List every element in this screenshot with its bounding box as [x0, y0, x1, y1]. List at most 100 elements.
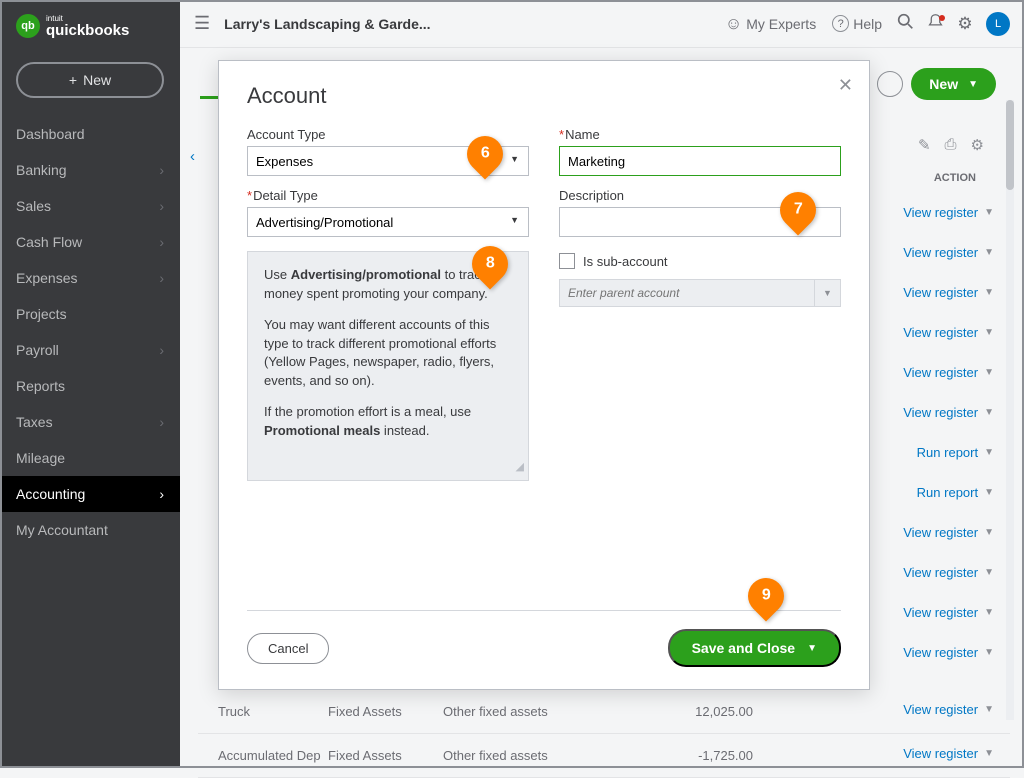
sidebar-item-projects[interactable]: Projects — [0, 296, 180, 332]
row-action[interactable]: Run report▼ — [917, 445, 994, 460]
parent-account-input — [559, 279, 815, 307]
my-experts-label: My Experts — [746, 16, 816, 32]
caret-down-icon: ▼ — [984, 247, 994, 258]
row-action[interactable]: View register▼ — [903, 405, 994, 420]
collapse-panel-icon[interactable]: ‹ — [190, 148, 195, 165]
sidebar-item-expenses[interactable]: Expenses› — [0, 260, 180, 296]
caret-down-icon: ▼ — [984, 367, 994, 378]
sidebar-item-label: Cash Flow — [16, 234, 82, 250]
action-label: View register — [903, 746, 978, 761]
caret-down-icon: ▼ — [984, 207, 994, 218]
resize-handle-icon[interactable]: ◢ — [516, 460, 524, 476]
table-row[interactable]: Accumulated Dep Fixed Assets Other fixed… — [198, 734, 1010, 778]
cell-type: Fixed Assets — [328, 704, 443, 719]
action-label: View register — [903, 565, 978, 580]
action-label: View register — [903, 645, 978, 660]
notifications-icon[interactable] — [920, 13, 950, 35]
unknown-circle-button[interactable] — [877, 71, 903, 97]
cell-balance: -1,725.00 — [593, 748, 753, 763]
row-action[interactable]: View register▼ — [903, 325, 994, 340]
row-action[interactable]: Run report▼ — [917, 485, 994, 500]
sidebar-item-mileage[interactable]: Mileage — [0, 440, 180, 476]
table-row[interactable]: Truck Fixed Assets Other fixed assets 12… — [198, 690, 1010, 734]
new-button-label: New — [929, 76, 958, 92]
sidebar-item-reports[interactable]: Reports — [0, 368, 180, 404]
sidebar-item-label: Taxes — [16, 414, 53, 430]
new-account-button[interactable]: New ▼ — [911, 68, 996, 100]
row-action[interactable]: View register▼ — [903, 365, 994, 380]
row-action[interactable]: View register ▼ — [903, 565, 994, 580]
save-and-close-button[interactable]: Save and Close ▼ — [668, 629, 841, 667]
action-label: Run report — [917, 445, 978, 460]
sidebar-new-label: New — [83, 72, 111, 88]
sidebar-item-taxes[interactable]: Taxes › — [0, 404, 180, 440]
action-label: View register — [903, 525, 978, 540]
scrollbar-track[interactable] — [1006, 100, 1014, 720]
cell-name: Accumulated Dep — [198, 748, 328, 763]
avatar[interactable]: L — [986, 12, 1010, 36]
cancel-button[interactable]: Cancel — [247, 633, 329, 664]
sidebar-item-my-accountant[interactable]: My Accountant — [0, 512, 180, 548]
table-settings-icon[interactable]: ⚙ — [971, 136, 984, 154]
detail-type-label: Detail Type — [247, 188, 529, 203]
sidebar-item-dashboard[interactable]: Dashboard — [0, 116, 180, 152]
hamburger-icon[interactable]: ☰ — [194, 13, 210, 34]
row-action[interactable]: View register▼ — [903, 605, 994, 620]
chevron-right-icon: › — [159, 198, 164, 214]
sidebar-item-payroll[interactable]: Payroll› — [0, 332, 180, 368]
caret-down-icon: ▼ — [984, 287, 994, 298]
sidebar-new-button[interactable]: + New — [16, 62, 164, 98]
print-icon[interactable]: ⎙ — [945, 136, 957, 154]
action-label: View register — [903, 245, 978, 260]
my-experts-link[interactable]: ☺ My Experts — [725, 14, 816, 34]
caret-down-icon: ▼ — [984, 647, 994, 658]
action-label: View register — [903, 285, 978, 300]
save-button-label: Save and Close — [692, 640, 796, 656]
person-icon: ☺ — [725, 14, 742, 34]
caret-down-icon: ▼ — [984, 607, 994, 618]
row-action[interactable]: View register ▼ — [903, 645, 994, 660]
sidebar-item-label: Payroll — [16, 342, 59, 358]
row-action[interactable]: View register ▼ — [903, 205, 994, 220]
sidebar-item-sales[interactable]: Sales› — [0, 188, 180, 224]
sidebar-item-accounting[interactable]: Accounting› — [0, 476, 180, 512]
help-icon: ? — [832, 15, 849, 32]
sidebar-item-cash-flow[interactable]: Cash Flow› — [0, 224, 180, 260]
row-action[interactable]: View register ▼ — [903, 285, 994, 300]
cell-balance: 12,025.00 — [593, 704, 753, 719]
brand-logo: qb intuit quickbooks — [0, 0, 180, 48]
chevron-right-icon: › — [159, 414, 164, 430]
cell-type: Fixed Assets — [328, 748, 443, 763]
row-action[interactable]: View register ▼ — [903, 746, 994, 761]
gear-icon[interactable]: ⚙ — [950, 14, 980, 34]
chevron-right-icon: › — [159, 486, 164, 502]
chevron-right-icon: › — [159, 162, 164, 178]
detail-type-select[interactable] — [247, 207, 529, 237]
caret-down-icon: ▼ — [984, 748, 994, 759]
plus-icon: + — [69, 72, 77, 88]
row-action[interactable]: View register▼ — [903, 525, 994, 540]
scrollbar-thumb[interactable] — [1006, 100, 1014, 190]
help-label: Help — [853, 16, 882, 32]
row-action[interactable]: View register▼ — [903, 702, 994, 717]
row-action[interactable]: View register ▼ — [903, 245, 994, 260]
close-icon[interactable]: ✕ — [838, 75, 853, 96]
cell-detail: Other fixed assets — [443, 704, 593, 719]
search-icon[interactable] — [890, 13, 920, 35]
sidebar-item-label: Banking — [16, 162, 67, 178]
name-input[interactable] — [559, 146, 841, 176]
sidebar-item-label: My Accountant — [16, 522, 108, 538]
action-column-header: ACTION — [934, 172, 976, 184]
edit-icon[interactable]: ✎ — [918, 136, 931, 154]
caret-down-icon: ▼ — [807, 643, 817, 654]
help-link[interactable]: ? Help — [832, 15, 882, 32]
sub-account-checkbox[interactable] — [559, 253, 575, 269]
sidebar-item-banking[interactable]: Banking › — [0, 152, 180, 188]
action-label: View register — [903, 405, 978, 420]
brand-badge: qb — [16, 14, 40, 38]
caret-down-icon: ▼ — [984, 487, 994, 498]
caret-down-icon: ▼ — [984, 327, 994, 338]
action-label: View register — [903, 205, 978, 220]
caret-down-icon: ▼ — [984, 567, 994, 578]
sidebar-item-label: Mileage — [16, 450, 65, 466]
